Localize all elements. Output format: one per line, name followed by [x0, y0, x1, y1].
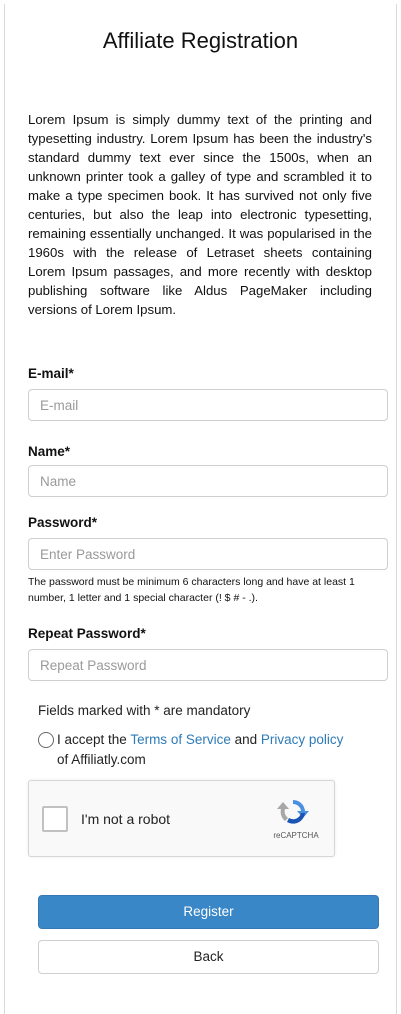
email-label: E-mail* [28, 366, 74, 381]
terms-prefix: I accept the [57, 732, 127, 747]
recaptcha-checkbox[interactable] [42, 806, 68, 832]
repeat-password-label: Repeat Password* [28, 626, 146, 641]
register-button[interactable]: Register [38, 895, 379, 929]
password-hint: The password must be minimum 6 character… [28, 576, 355, 604]
name-label: Name* [28, 444, 71, 459]
recaptcha-widget: I'm not a robot reCAPTCHA [28, 780, 335, 857]
recaptcha-brand: reCAPTCHA [273, 831, 319, 840]
terms-and: and [234, 732, 258, 747]
password-field[interactable] [28, 538, 388, 570]
intro-text: Lorem Ipsum is simply dummy text of the … [28, 112, 372, 317]
back-button[interactable]: Back [38, 940, 379, 974]
email-field[interactable] [28, 389, 388, 421]
terms-checkbox[interactable] [38, 732, 54, 748]
recaptcha-logo-icon [277, 799, 309, 824]
terms-suffix: of Affiliatly.com [57, 752, 146, 767]
page-title: Affiliate Registration [102, 28, 299, 53]
terms-of-service-link[interactable]: Terms of Service [130, 732, 231, 747]
mandatory-note: Fields marked with * are mandatory [38, 703, 251, 718]
repeat-password-field[interactable] [28, 649, 388, 681]
name-field[interactable] [28, 465, 388, 497]
password-label: Password* [28, 515, 98, 530]
terms-text: I accept the Terms of Service and Privac… [57, 730, 387, 770]
privacy-policy-link[interactable]: Privacy policy [261, 732, 344, 747]
recaptcha-label: I'm not a robot [81, 811, 171, 827]
